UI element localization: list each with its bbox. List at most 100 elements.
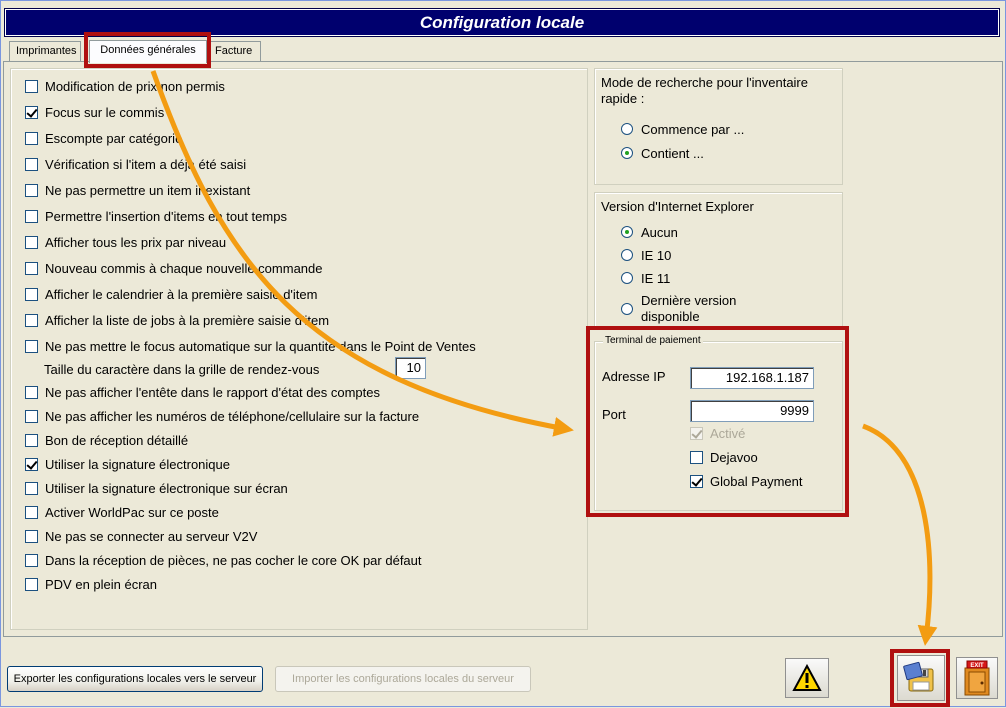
option-row[interactable]: Utiliser la signature électronique sur é… (25, 479, 288, 497)
option-row[interactable]: Permettre l'insertion d'items en tout te… (25, 207, 287, 225)
option-checkbox[interactable] (25, 79, 38, 93)
option-label: Permettre l'insertion d'items en tout te… (45, 208, 287, 224)
option-checkbox[interactable] (25, 183, 38, 197)
radio-ie-latest-button[interactable] (621, 303, 633, 315)
option-row[interactable]: Afficher le calendrier à la première sai… (25, 285, 317, 303)
option-row[interactable]: Modification de prix non permis (25, 77, 225, 95)
option-label: Dans la réception de pièces, ne pas coch… (45, 552, 422, 568)
option-label: PDV en plein écran (45, 576, 158, 592)
tab-donnees-generales[interactable]: Données générales (89, 40, 207, 63)
search-mode-title: Mode de recherche pour l'inventaire rapi… (601, 75, 808, 106)
radio-ie-aucun-button[interactable] (621, 226, 633, 238)
option-row[interactable]: Vérification si l'item a déjà été saisi (25, 155, 246, 173)
radio-contient-button[interactable] (621, 147, 633, 159)
config-window: Configuration locale Imprimantes Données… (0, 0, 1006, 707)
option-checkbox[interactable] (25, 529, 38, 543)
radio-ie-aucun[interactable]: Aucun (621, 223, 678, 241)
option-checkbox[interactable] (25, 433, 38, 447)
dejavoo-checkbox[interactable] (690, 450, 703, 464)
option-row[interactable]: Ne pas afficher l'entête dans le rapport… (25, 383, 380, 401)
import-config-button[interactable]: Importer les configurations locales du s… (275, 666, 531, 692)
option-row[interactable]: Escompte par catégorie (25, 129, 182, 147)
exit-button[interactable]: EXIT (956, 657, 998, 699)
dejavoo-checkbox-row[interactable]: Dejavoo (690, 448, 758, 466)
option-checkbox[interactable] (25, 505, 38, 519)
option-row[interactable]: Dans la réception de pièces, ne pas coch… (25, 551, 422, 569)
option-row[interactable]: Utiliser la signature électronique (25, 455, 230, 473)
active-label: Activé (710, 425, 746, 441)
option-label: Afficher tous les prix par niveau (45, 234, 227, 250)
radio-ie-11-button[interactable] (621, 272, 633, 284)
option-row[interactable]: Afficher la liste de jobs à la première … (25, 311, 329, 329)
option-label: Bon de réception détaillé (45, 432, 189, 448)
option-row[interactable]: Activer WorldPac sur ce poste (25, 503, 219, 521)
font-size-label: Taille du caractère dans la grille de re… (44, 361, 320, 377)
option-label: Afficher le calendrier à la première sai… (45, 286, 318, 302)
option-row[interactable]: Ne pas mettre le focus automatique sur l… (25, 337, 476, 355)
option-checkbox[interactable] (25, 313, 38, 327)
radio-ie-latest-label: Dernière version disponible (641, 293, 737, 324)
option-label: Utiliser la signature électronique (45, 456, 230, 472)
option-checkbox[interactable] (25, 457, 38, 471)
option-row[interactable]: Nouveau commis à chaque nouvelle command… (25, 259, 323, 277)
option-checkbox[interactable] (25, 481, 38, 495)
option-checkbox[interactable] (25, 577, 38, 591)
radio-ie-11-label: IE 11 (641, 270, 671, 286)
window-title: Configuration locale (4, 8, 1000, 37)
radio-commence-par[interactable]: Commence par ... (621, 120, 744, 138)
tab-panel: Modification de prix non permis Focus sur… (3, 61, 1003, 637)
option-row[interactable]: Ne pas se connecter au serveur V2V (25, 527, 257, 545)
tab-facture[interactable]: Facture (208, 41, 261, 62)
option-checkbox[interactable] (25, 339, 38, 353)
radio-contient-label: Contient ... (641, 145, 704, 161)
option-label: Ne pas afficher les numéros de téléphone… (45, 408, 420, 424)
ip-label: Adresse IP (602, 369, 666, 384)
font-size-input[interactable]: 10 (395, 357, 426, 379)
warning-button[interactable] (785, 658, 829, 698)
radio-ie-11[interactable]: IE 11 (621, 269, 670, 287)
global-payment-checkbox[interactable] (690, 474, 703, 488)
font-size-row: Taille du caractère dans la grille de re… (44, 360, 319, 378)
option-row[interactable]: Afficher tous les prix par niveau (25, 233, 226, 251)
option-checkbox[interactable] (25, 261, 38, 275)
ip-address-input[interactable]: 192.168.1.187 (690, 367, 814, 389)
radio-ie-10-label: IE 10 (641, 247, 672, 263)
option-row[interactable]: Ne pas afficher les numéros de téléphone… (25, 407, 419, 425)
option-checkbox[interactable] (25, 105, 38, 119)
ie-version-group: Version d'Internet Explorer Aucun IE 10 … (594, 192, 843, 327)
save-button[interactable] (897, 655, 945, 701)
radio-commence-par-label: Commence par ... (641, 121, 745, 137)
option-label: Ne pas permettre un item inexistant (45, 182, 251, 198)
option-checkbox[interactable] (25, 409, 38, 423)
global-payment-checkbox-row[interactable]: Global Payment (690, 472, 803, 490)
option-row[interactable]: Bon de réception détaillé (25, 431, 188, 449)
option-label: Activer WorldPac sur ce poste (45, 504, 219, 520)
tab-imprimantes[interactable]: Imprimantes (9, 41, 81, 62)
option-row[interactable]: PDV en plein écran (25, 575, 157, 593)
payment-terminal-legend: Terminal de paiement (603, 335, 703, 346)
export-config-button[interactable]: Exporter les configurations locales vers… (7, 666, 263, 692)
option-checkbox[interactable] (25, 385, 38, 399)
option-label: Afficher la liste de jobs à la première … (45, 312, 330, 328)
option-row[interactable]: Ne pas permettre un item inexistant (25, 181, 250, 199)
port-label: Port (602, 407, 626, 422)
option-label: Modification de prix non permis (45, 78, 225, 94)
radio-ie-10-button[interactable] (621, 249, 633, 261)
radio-contient[interactable]: Contient ... (621, 144, 704, 162)
option-label: Utiliser la signature électronique sur é… (45, 480, 288, 496)
option-checkbox[interactable] (25, 287, 38, 301)
active-checkbox-row: Activé (690, 424, 745, 442)
option-row[interactable]: Focus sur le commis (25, 103, 164, 121)
port-input[interactable]: 9999 (690, 400, 814, 422)
search-mode-group: Mode de recherche pour l'inventaire rapi… (594, 68, 843, 185)
radio-ie-10[interactable]: IE 10 (621, 246, 671, 264)
option-checkbox[interactable] (25, 209, 38, 223)
option-checkbox[interactable] (25, 235, 38, 249)
option-label: Nouveau commis à chaque nouvelle command… (45, 260, 323, 276)
radio-commence-par-button[interactable] (621, 123, 633, 135)
option-checkbox[interactable] (25, 553, 38, 567)
option-checkbox[interactable] (25, 131, 38, 145)
radio-ie-latest[interactable]: Dernière version disponible (621, 292, 771, 326)
option-checkbox[interactable] (25, 157, 38, 171)
global-payment-label: Global Payment (710, 473, 803, 489)
